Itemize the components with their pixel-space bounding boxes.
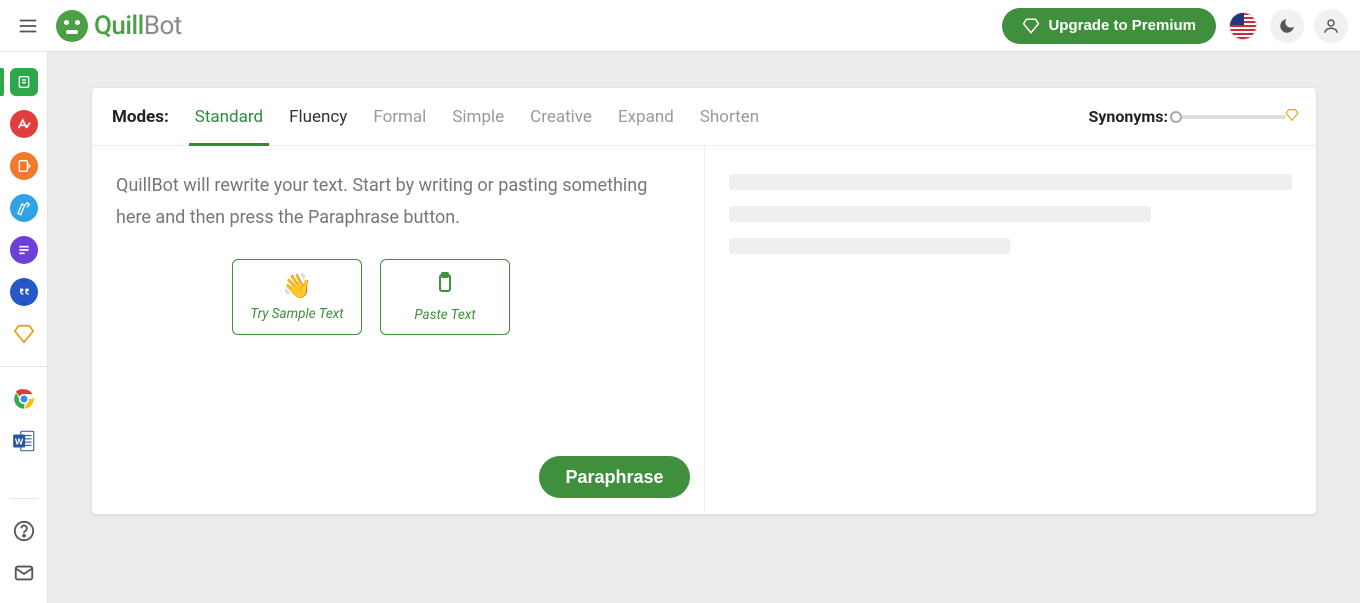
- plagiarism-icon[interactable]: [10, 194, 38, 222]
- wave-icon: 👋: [282, 272, 312, 300]
- output-skeleton: [705, 146, 1317, 282]
- stage: Modes: Standard Fluency Formal Simple Cr…: [48, 52, 1360, 603]
- try-sample-button[interactable]: 👋 Try Sample Text: [232, 259, 362, 335]
- us-flag-icon: [1229, 12, 1257, 40]
- premium-gem-icon: [1285, 108, 1299, 126]
- account-button[interactable]: [1314, 9, 1348, 43]
- rail-divider: [10, 498, 38, 499]
- topbar: QuillBot Upgrade to Premium: [0, 0, 1360, 52]
- paraphraser-icon[interactable]: [10, 68, 38, 96]
- paste-label: Paste Text: [414, 307, 475, 323]
- grammar-icon[interactable]: [10, 110, 38, 138]
- moon-icon: [1278, 17, 1296, 35]
- logo-text: QuillBot: [94, 11, 182, 41]
- theme-toggle-button[interactable]: [1270, 9, 1304, 43]
- tab-creative[interactable]: Creative: [530, 107, 592, 127]
- slider-thumb-icon[interactable]: [1170, 111, 1182, 123]
- tab-formal[interactable]: Formal: [373, 107, 426, 127]
- premium-icon[interactable]: [10, 320, 38, 348]
- svg-text:W: W: [15, 436, 24, 446]
- tab-standard[interactable]: Standard: [195, 107, 263, 127]
- synonyms-control: Synonyms:: [1088, 107, 1296, 126]
- mail-icon[interactable]: [10, 559, 38, 587]
- help-icon[interactable]: [10, 517, 38, 545]
- modes-bar: Modes: Standard Fluency Formal Simple Cr…: [92, 88, 1316, 146]
- summarizer-icon[interactable]: [10, 236, 38, 264]
- skeleton-line: [729, 206, 1152, 222]
- editor-card: Modes: Standard Fluency Formal Simple Cr…: [92, 88, 1316, 514]
- menu-button[interactable]: [12, 10, 44, 42]
- skeleton-line: [729, 174, 1293, 190]
- rail-divider: [0, 366, 47, 367]
- tab-expand[interactable]: Expand: [618, 107, 674, 127]
- upgrade-premium-button[interactable]: Upgrade to Premium: [1002, 8, 1216, 44]
- panes: QuillBot will rewrite your text. Start b…: [92, 146, 1316, 514]
- paraphrase-label: Paraphrase: [565, 467, 663, 487]
- skeleton-line: [729, 238, 1011, 254]
- synonyms-slider[interactable]: [1176, 115, 1286, 119]
- diamond-icon: [1022, 17, 1040, 35]
- logo-part2: Bot: [144, 11, 182, 41]
- paste-text-button[interactable]: Paste Text: [380, 259, 510, 335]
- logo[interactable]: QuillBot: [56, 10, 182, 42]
- word-ext-icon[interactable]: W: [10, 427, 38, 455]
- tab-fluency[interactable]: Fluency: [289, 107, 347, 127]
- chrome-ext-icon[interactable]: [10, 385, 38, 413]
- left-rail: W: [0, 52, 48, 603]
- modes-label: Modes:: [112, 107, 169, 127]
- synonyms-label: Synonyms:: [1088, 107, 1168, 126]
- tab-shorten[interactable]: Shorten: [700, 107, 759, 127]
- language-button[interactable]: [1226, 9, 1260, 43]
- user-icon: [1322, 17, 1340, 35]
- citation-icon[interactable]: [10, 278, 38, 306]
- logo-mark-icon: [56, 10, 88, 42]
- cowriter-icon[interactable]: [10, 152, 38, 180]
- logo-part1: Quill: [94, 11, 144, 41]
- premium-label: Upgrade to Premium: [1048, 17, 1196, 34]
- input-pane[interactable]: QuillBot will rewrite your text. Start b…: [92, 146, 705, 514]
- sample-label: Try Sample Text: [250, 306, 343, 322]
- input-placeholder: QuillBot will rewrite your text. Start b…: [92, 146, 704, 233]
- output-pane: [705, 146, 1317, 514]
- paraphrase-button[interactable]: Paraphrase: [539, 456, 689, 498]
- tab-simple[interactable]: Simple: [452, 107, 504, 127]
- clipboard-icon: [433, 271, 457, 301]
